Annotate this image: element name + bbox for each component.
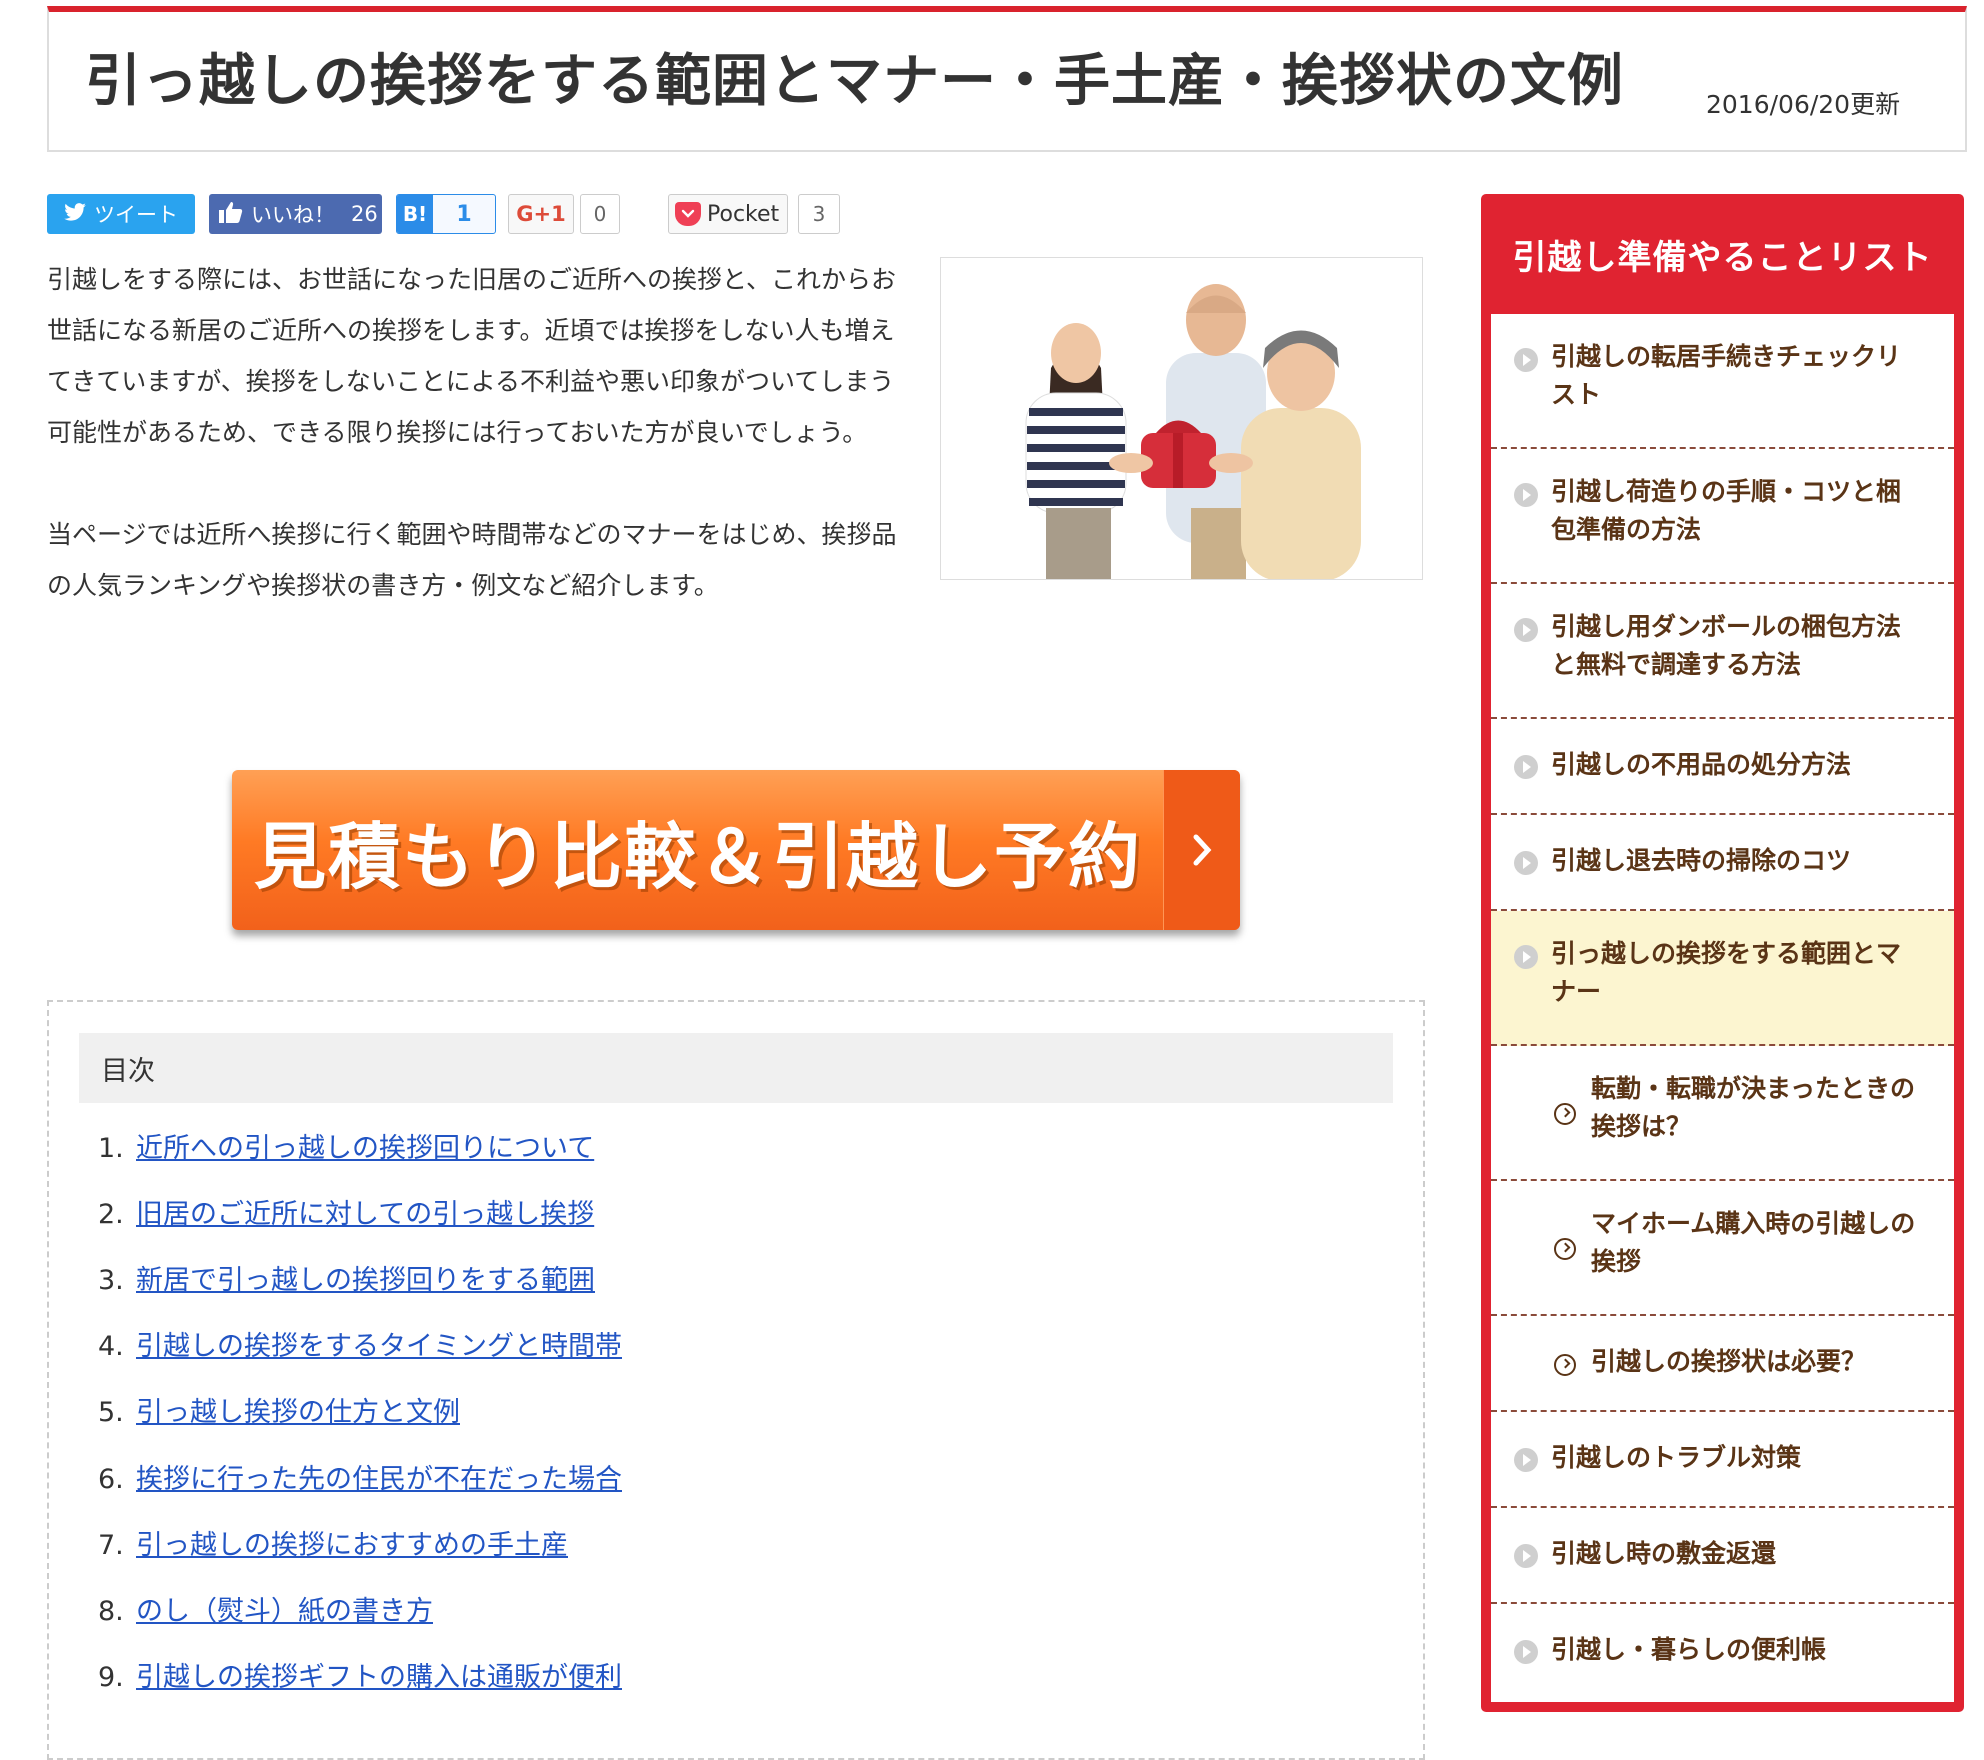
toc-number: 9. xyxy=(98,1662,124,1693)
arrow-circle-icon xyxy=(1514,348,1538,372)
twitter-bird-icon xyxy=(64,202,86,226)
estimate-booking-button[interactable]: 見積もり比較＆引越し予約 xyxy=(232,770,1240,930)
toc-number: 2. xyxy=(98,1199,124,1230)
sidebar-title: 引越し準備やることリスト xyxy=(1512,237,1933,278)
sidebar-item-label: 引越しのトラブル対策 xyxy=(1551,1443,1802,1472)
toc-item: 5. 引っ越し挨拶の仕方と文例 xyxy=(98,1390,460,1429)
sidebar-item-label: 引っ越しの挨拶をする範囲とマナー xyxy=(1551,939,1902,1006)
sidebar-item-label: 引越しの転居手続きチェックリスト xyxy=(1551,342,1902,409)
sidebar-item-cardboard[interactable]: 引越し用ダンボールの梱包方法と無料で調達する方法 xyxy=(1491,584,1954,719)
sidebar-item-label: 引越し・暮らしの便利帳 xyxy=(1551,1635,1827,1664)
arrow-circle-icon xyxy=(1514,483,1538,507)
sidebar-item-trouble[interactable]: 引越しのトラブル対策 xyxy=(1491,1412,1954,1508)
toc-item: 1. 近所への引っ越しの挨拶回りについて xyxy=(98,1126,594,1165)
intro-text: 引越しをする際には、お世話になった旧居のご近所への挨拶と、これからお世話になる新… xyxy=(47,254,907,611)
sidebar-subitem-greeting-card[interactable]: 引越しの挨拶状は必要？ xyxy=(1491,1316,1954,1412)
sidebar-item-packing[interactable]: 引越し荷造りの手順・コツと梱包準備の方法 xyxy=(1491,449,1954,584)
toc-link[interactable]: 引越しの挨拶をするタイミングと時間帯 xyxy=(136,1331,622,1362)
gplus-label: G+1 xyxy=(516,202,566,226)
toc-number: 5. xyxy=(98,1397,124,1428)
arrow-circle-icon xyxy=(1514,755,1538,779)
toc-link[interactable]: 引っ越し挨拶の仕方と文例 xyxy=(136,1397,460,1428)
like-label: いいね！ xyxy=(251,203,335,227)
toc-number: 8. xyxy=(98,1596,124,1627)
toc-link[interactable]: 近所への引っ越しの挨拶回りについて xyxy=(136,1133,594,1164)
chevron-right-icon xyxy=(1193,834,1212,866)
sidebar-item-label: 転勤・転職が決まったときの挨拶は？ xyxy=(1591,1074,1916,1141)
toc-item: 7. 引っ越しの挨拶におすすめの手土産 xyxy=(98,1523,568,1562)
toc-link[interactable]: 新居で引っ越しの挨拶回りをする範囲 xyxy=(136,1265,595,1296)
table-of-contents xyxy=(47,1000,1425,1760)
sidebar-item-label: 引越しの不用品の処分方法 xyxy=(1551,750,1852,779)
thumbs-up-icon xyxy=(219,201,243,228)
toc-number: 6. xyxy=(98,1464,124,1495)
toc-link[interactable]: 挨拶に行った先の住民が不在だった場合 xyxy=(136,1464,622,1495)
toc-item: 2. 旧居のご近所に対しての引っ越し挨拶 xyxy=(98,1192,594,1231)
family-gift-photo xyxy=(940,257,1423,580)
arrow-circle-icon xyxy=(1514,945,1538,969)
sidebar-item-handbook[interactable]: 引越し・暮らしの便利帳 xyxy=(1491,1604,1954,1702)
update-date: 2016/06/20更新 xyxy=(1706,90,1901,119)
toc-number: 3. xyxy=(98,1265,124,1296)
sidebar-subitem-job-transfer[interactable]: 転勤・転職が決まったときの挨拶は？ xyxy=(1491,1046,1954,1181)
sidebar-item-label: 引越し退去時の掃除のコツ xyxy=(1551,846,1852,875)
cta-label: 見積もり比較＆引越し予約 xyxy=(253,814,1142,899)
page-title: 引っ越しの挨拶をする範囲とマナー・手土産・挨拶状の文例 xyxy=(85,49,1624,114)
toc-item: 4. 引越しの挨拶をするタイミングと時間帯 xyxy=(98,1324,622,1363)
gplus-count: 0 xyxy=(580,194,620,234)
chevron-circle-icon xyxy=(1554,1238,1576,1260)
sidebar-item-label: 引越し荷造りの手順・コツと梱包準備の方法 xyxy=(1551,477,1902,544)
sidebar-subitem-home-purchase[interactable]: マイホーム購入時の引越しの挨拶 xyxy=(1491,1181,1954,1316)
intro-paragraph-1: 引越しをする際には、お世話になった旧居のご近所への挨拶と、これからお世話になる新… xyxy=(47,265,897,447)
arrow-circle-icon xyxy=(1514,851,1538,875)
google-plus-button[interactable]: G+1 xyxy=(508,194,574,234)
arrow-circle-icon xyxy=(1514,1640,1538,1664)
sidebar-item-moving-procedures[interactable]: 引越しの転居手続きチェックリスト xyxy=(1491,314,1954,449)
sidebar-item-disposal[interactable]: 引越しの不用品の処分方法 xyxy=(1491,719,1954,815)
toc-item: 6. 挨拶に行った先の住民が不在だった場合 xyxy=(98,1457,622,1496)
sidebar-item-greetings[interactable]: 引っ越しの挨拶をする範囲とマナー xyxy=(1491,911,1954,1046)
cta-arrow xyxy=(1163,770,1240,930)
chevron-circle-icon xyxy=(1554,1354,1576,1376)
toc-link[interactable]: 引っ越しの挨拶におすすめの手土産 xyxy=(136,1530,568,1561)
toc-title: 目次 xyxy=(79,1033,1393,1103)
toc-number: 7. xyxy=(98,1530,124,1561)
sidebar-item-cleaning[interactable]: 引越し退去時の掃除のコツ xyxy=(1491,815,1954,911)
toc-item: 8. のし（熨斗）紙の書き方 xyxy=(98,1589,433,1628)
toc-number: 1. xyxy=(98,1133,124,1164)
hatena-logo-icon: B! xyxy=(397,195,433,233)
toc-number: 4. xyxy=(98,1331,124,1362)
pocket-button[interactable]: Pocket xyxy=(668,194,788,234)
tweet-label: ツイート xyxy=(94,203,178,227)
hatena-count: 1 xyxy=(456,201,472,227)
toc-link[interactable]: のし（熨斗）紙の書き方 xyxy=(136,1596,433,1627)
pocket-count: 3 xyxy=(798,194,840,234)
sidebar-item-label: 引越し時の敷金返還 xyxy=(1551,1539,1777,1568)
toc-item: 3. 新居で引っ越しの挨拶回りをする範囲 xyxy=(98,1258,595,1297)
pocket-label: Pocket xyxy=(707,201,780,227)
sidebar-item-label: マイホーム購入時の引越しの挨拶 xyxy=(1591,1209,1916,1276)
facebook-like-button[interactable]: いいね！ 26 xyxy=(209,194,382,234)
tweet-button[interactable]: ツイート xyxy=(47,194,195,234)
toc-item: 9. 引越しの挨拶ギフトの購入は通販が便利 xyxy=(98,1655,622,1694)
arrow-circle-icon xyxy=(1514,1544,1538,1568)
sidebar-item-label: 引越しの挨拶状は必要？ xyxy=(1591,1347,1867,1376)
intro-paragraph-2: 当ページでは近所へ挨拶に行く範囲や時間帯などのマナーをはじめ、挨拶品の人気ランキ… xyxy=(47,520,897,600)
arrow-circle-icon xyxy=(1514,1448,1538,1472)
toc-link[interactable]: 引越しの挨拶ギフトの購入は通販が便利 xyxy=(136,1662,622,1693)
arrow-circle-icon xyxy=(1514,618,1538,642)
like-count: 26 xyxy=(351,202,378,226)
sidebar-item-deposit[interactable]: 引越し時の敷金返還 xyxy=(1491,1508,1954,1604)
hatena-bookmark-button[interactable]: B! 1 xyxy=(396,194,496,234)
sidebar-item-label: 引越し用ダンボールの梱包方法と無料で調達する方法 xyxy=(1551,612,1902,679)
pocket-icon xyxy=(675,202,701,226)
toc-link[interactable]: 旧居のご近所に対しての引っ越し挨拶 xyxy=(136,1199,594,1230)
chevron-circle-icon xyxy=(1554,1103,1576,1125)
